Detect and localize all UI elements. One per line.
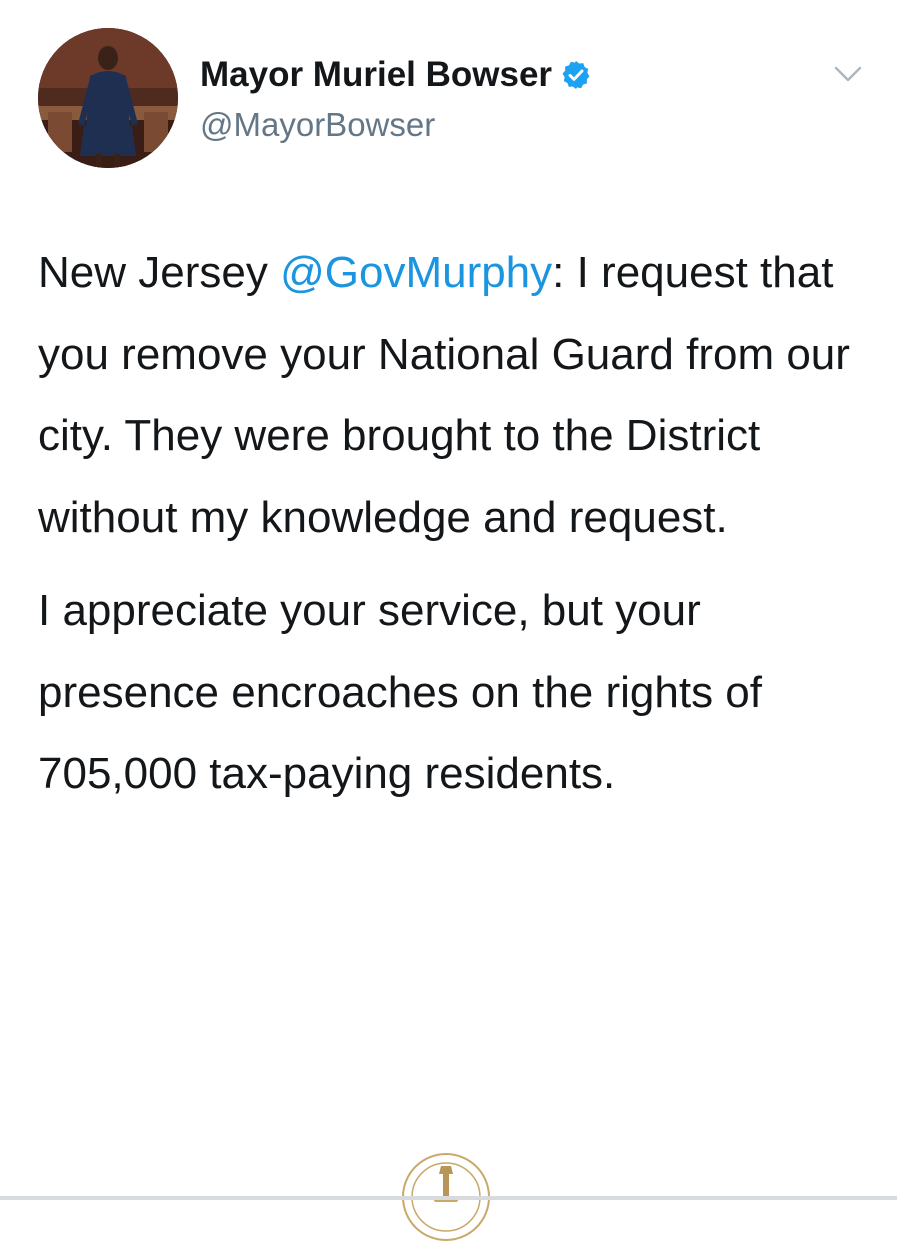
tweet-paragraph: New Jersey @GovMurphy: I request that yo… (38, 232, 868, 558)
divider (0, 1196, 897, 1200)
mention-link[interactable]: @GovMurphy (280, 248, 552, 297)
verified-badge-icon (560, 59, 592, 91)
author-name-row: Mayor Muriel Bowser (200, 52, 592, 98)
avatar[interactable] (38, 28, 178, 168)
tweet-text: New Jersey @GovMurphy: I request that yo… (38, 232, 868, 815)
profile-photo (38, 28, 178, 168)
tweet-text-prefix: New Jersey (38, 248, 281, 297)
author-display-name[interactable]: Mayor Muriel Bowser (200, 52, 552, 98)
tweet-paragraph: I appreciate your service, but your pres… (38, 586, 763, 798)
author-handle[interactable]: @MayorBowser (200, 104, 435, 146)
chevron-down-icon[interactable] (833, 62, 863, 86)
tweet-header: Mayor Muriel Bowser @MayorBowser (0, 0, 897, 180)
